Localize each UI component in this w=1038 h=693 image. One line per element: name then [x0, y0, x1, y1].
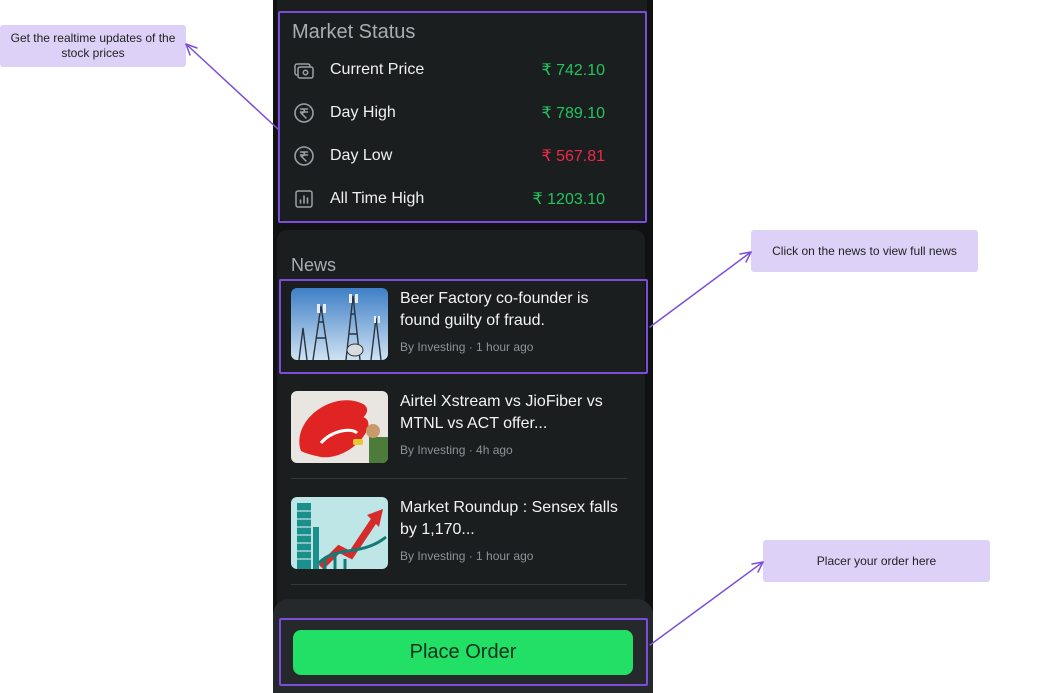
arrow-to-news-callout: [649, 251, 752, 328]
annotation-arrows: [185, 43, 764, 646]
arrow-to-order-callout: [649, 561, 764, 646]
arrow-to-realtime-callout: [185, 43, 280, 131]
